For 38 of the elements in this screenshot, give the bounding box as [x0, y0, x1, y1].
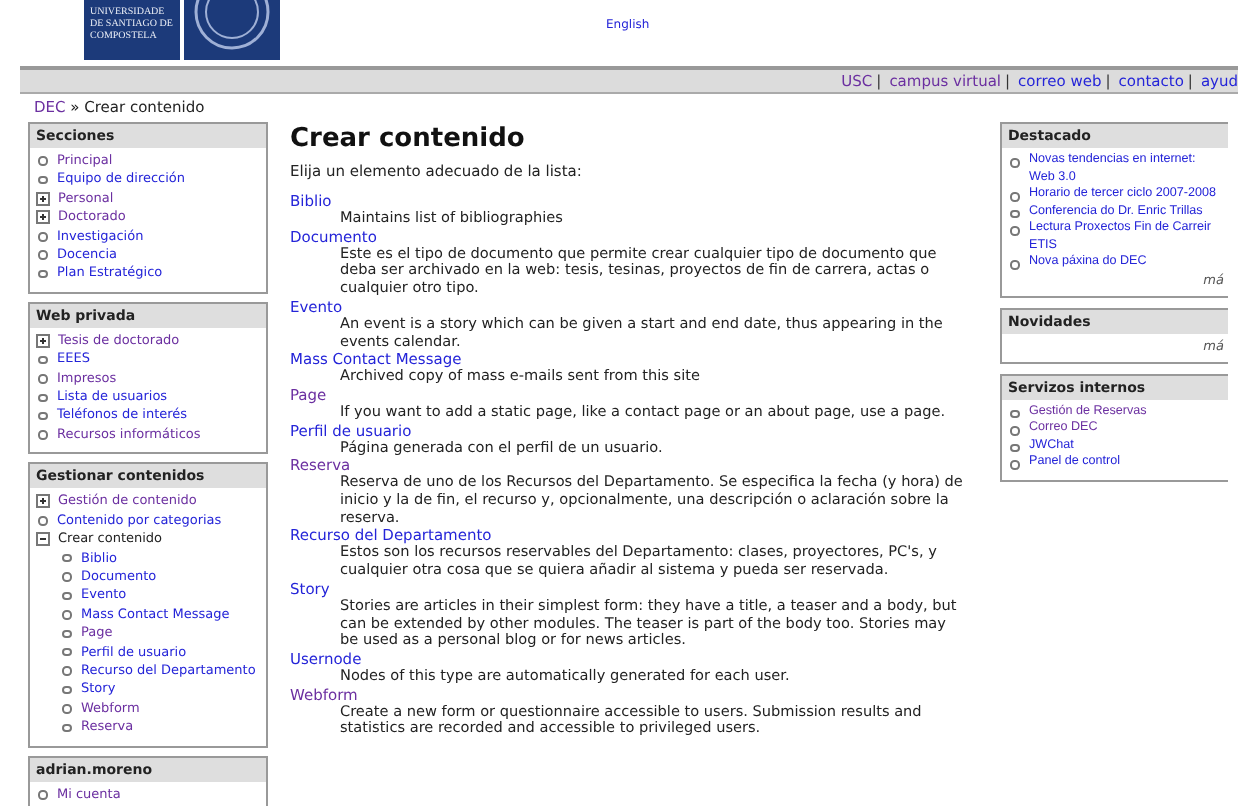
bullet-icon	[1010, 158, 1019, 167]
bullet-icon	[38, 355, 47, 365]
minus-icon[interactable]	[36, 532, 50, 547]
bullet-icon	[62, 666, 71, 676]
bullet-icon	[62, 591, 71, 601]
bullet-icon	[1010, 426, 1019, 435]
bullet-icon	[1010, 209, 1019, 218]
bullet-icon	[1010, 226, 1019, 235]
plus-icon[interactable]	[36, 334, 50, 349]
bullet-icon	[62, 572, 71, 582]
bullet-icon	[1010, 460, 1019, 469]
bullet-icon	[38, 790, 47, 800]
bullet-icon	[38, 156, 47, 166]
bullet-icon	[62, 704, 71, 714]
bullet-icon	[1010, 260, 1019, 269]
bullet-icon	[38, 430, 47, 440]
bullet-icon	[38, 250, 47, 260]
bullet-icon	[62, 685, 71, 695]
bullet-icon	[1010, 192, 1019, 201]
plus-icon[interactable]	[36, 494, 50, 509]
bullet-icon	[38, 411, 47, 421]
bullet-icon	[62, 629, 71, 639]
bullet-icon	[62, 553, 71, 563]
bullet-icon	[38, 516, 47, 526]
plus-icon[interactable]	[36, 192, 50, 207]
bullet-icon	[38, 374, 47, 384]
bullet-icon	[38, 232, 47, 242]
plus-icon[interactable]	[36, 210, 50, 225]
seal-icon	[184, 0, 280, 60]
bullet-icon	[38, 175, 47, 185]
bullet-icon	[38, 393, 47, 403]
bullet-icon	[1010, 409, 1019, 418]
bullet-icon	[62, 723, 71, 733]
bullet-icon	[1010, 443, 1019, 452]
page-title: Crear contenido	[290, 124, 527, 154]
bullet-icon	[62, 610, 71, 620]
bullet-icon	[38, 269, 47, 279]
bullet-icon	[62, 647, 71, 657]
